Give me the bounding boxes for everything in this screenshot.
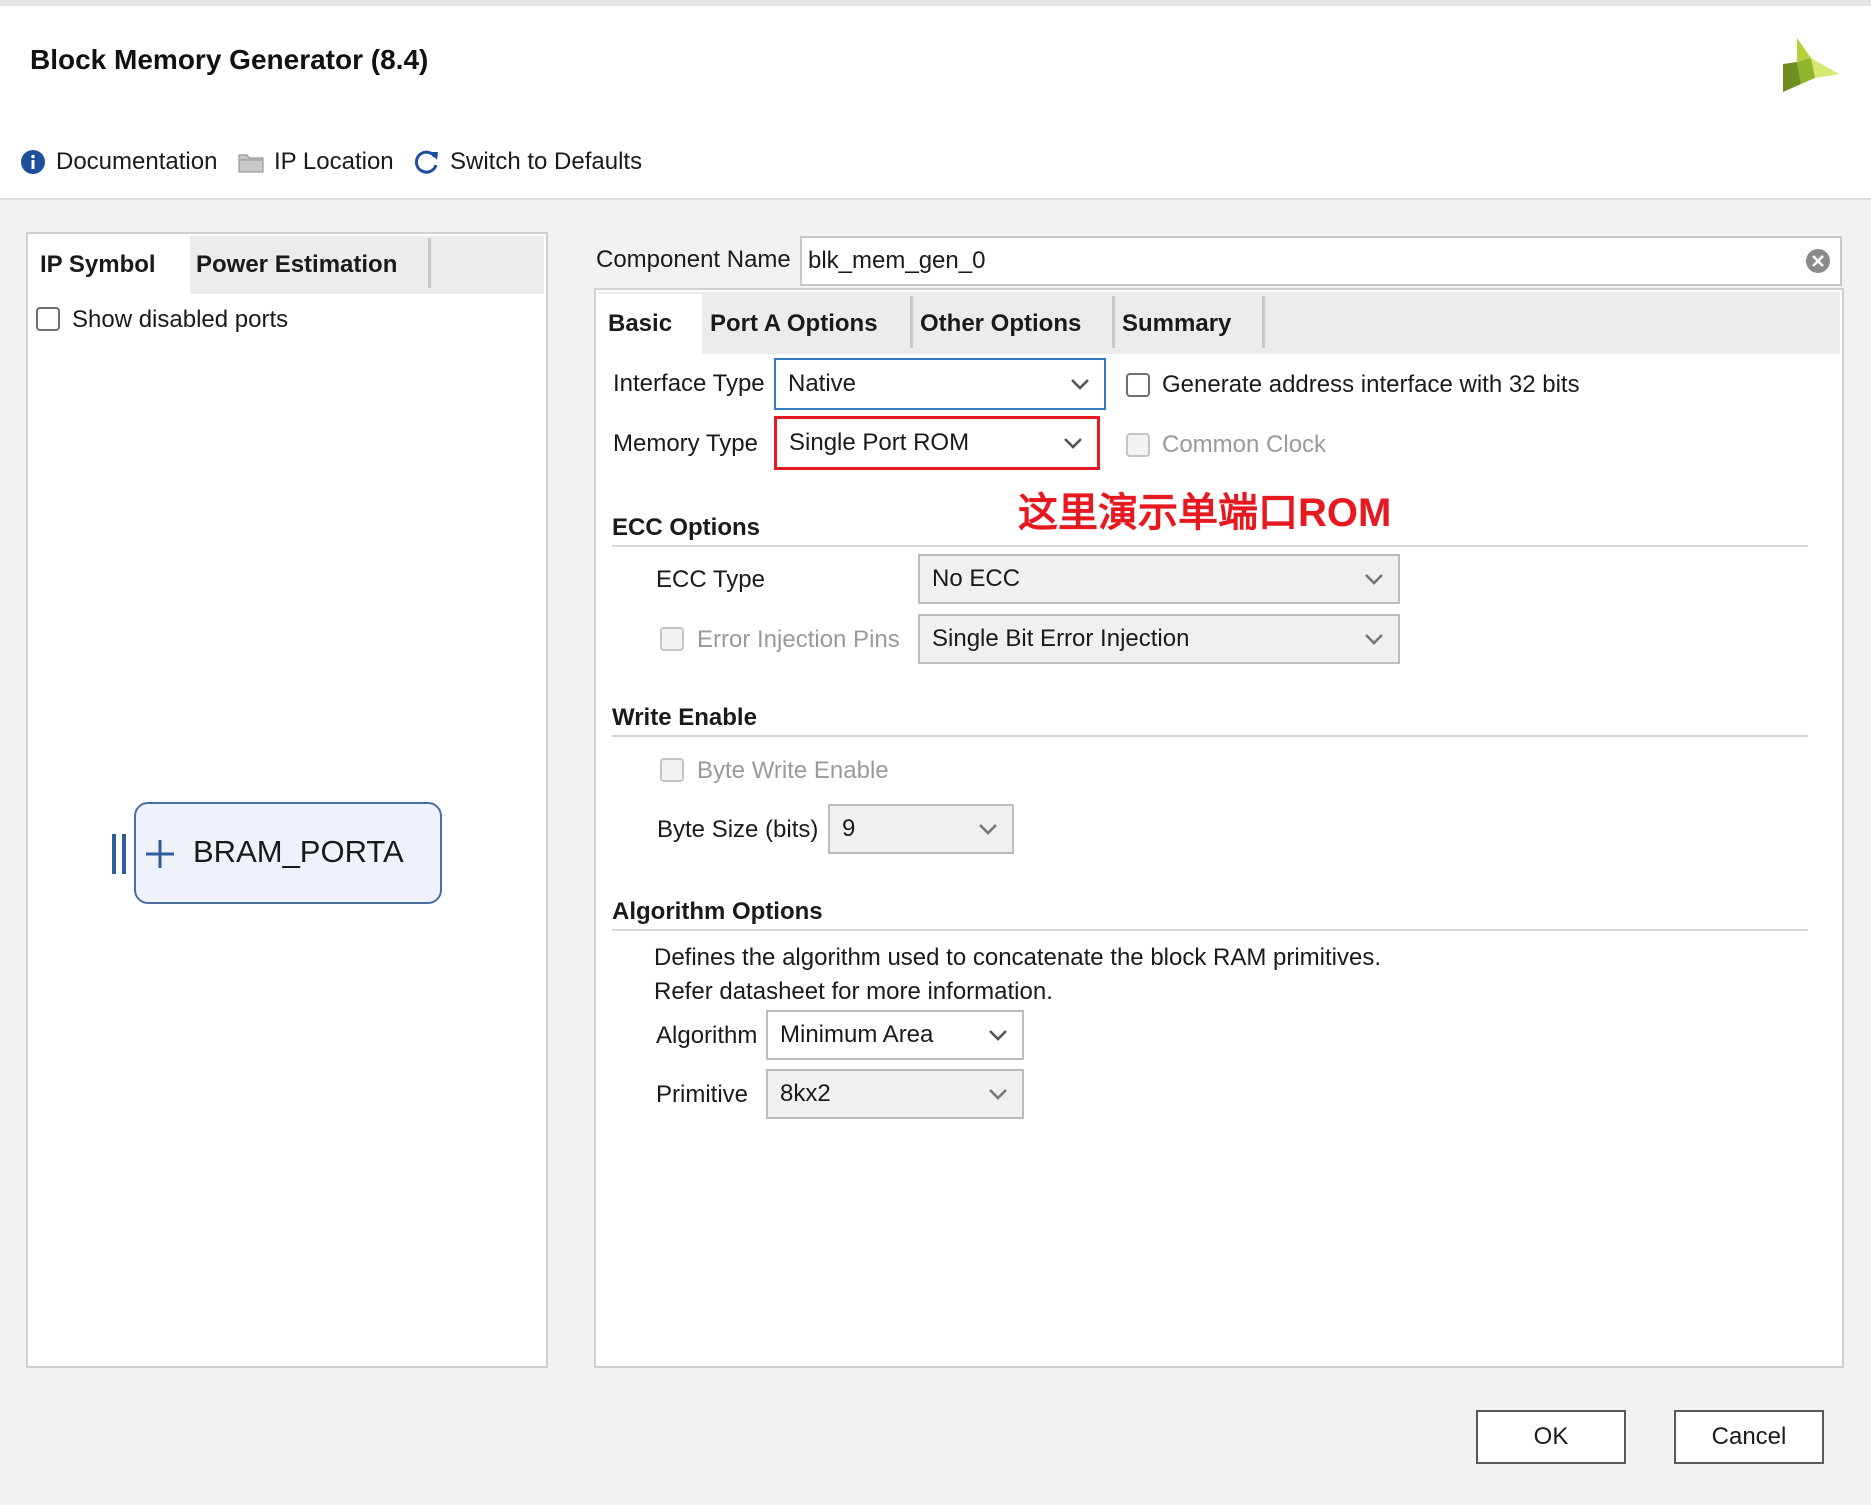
memory-type-value: Single Port ROM <box>789 429 970 456</box>
primitive-select[interactable]: 8kx2 <box>766 1069 1024 1119</box>
tab-port-a-options[interactable]: Port A Options <box>700 294 910 354</box>
ecc-type-value: No ECC <box>932 565 1021 592</box>
ip-location-button[interactable]: IP Location <box>238 148 394 176</box>
algorithm-value: Minimum Area <box>780 1021 934 1048</box>
tab-divider <box>428 238 431 288</box>
tab-divider <box>1262 296 1265 348</box>
component-name-input[interactable]: blk_mem_gen_0 <box>800 236 1842 286</box>
error-injection-pins-checkbox[interactable] <box>660 627 684 651</box>
common-clock-checkbox[interactable] <box>1126 433 1150 457</box>
chevron-down-icon <box>1350 633 1398 645</box>
chevron-down-icon <box>974 1088 1022 1100</box>
clear-input-icon[interactable] <box>1796 247 1840 275</box>
tab-summary[interactable]: Summary <box>1112 294 1262 354</box>
error-injection-pins-label: Error Injection Pins <box>697 626 900 653</box>
bram-porta-label: BRAM_PORTA <box>193 834 404 869</box>
generate-address-32bit-checkbox[interactable] <box>1126 373 1150 397</box>
show-disabled-ports-label: Show disabled ports <box>72 306 289 333</box>
common-clock-label: Common Clock <box>1162 431 1327 458</box>
section-divider <box>612 929 1808 931</box>
documentation-label: Documentation <box>56 148 218 175</box>
error-injection-value: Single Bit Error Injection <box>932 625 1190 652</box>
xilinx-logo-icon <box>1775 34 1841 94</box>
cancel-button[interactable]: Cancel <box>1674 1410 1824 1464</box>
section-divider <box>612 545 1808 547</box>
interface-type-value: Native <box>788 370 857 397</box>
algorithm-description-2: Refer datasheet for more information. <box>654 978 1053 1005</box>
show-disabled-ports-checkbox[interactable] <box>36 307 60 331</box>
switch-to-defaults-button[interactable]: Switch to Defaults <box>414 148 642 176</box>
annotation-text: 这里演示单端口ROM <box>1018 491 1392 535</box>
primitive-value: 8kx2 <box>780 1080 831 1107</box>
dialog-title: Block Memory Generator (8.4) <box>30 44 429 75</box>
chevron-down-icon <box>964 823 1012 835</box>
memory-type-label: Memory Type <box>613 430 758 457</box>
algorithm-description: Defines the algorithm used to concatenat… <box>654 944 1382 971</box>
switch-to-defaults-label: Switch to Defaults <box>450 148 643 175</box>
documentation-button[interactable]: Documentation <box>20 148 217 176</box>
error-injection-select[interactable]: Single Bit Error Injection <box>918 614 1400 664</box>
byte-size-label: Byte Size (bits) <box>657 816 819 843</box>
ecc-options-heading: ECC Options <box>612 514 760 541</box>
tab-other-options[interactable]: Other Options <box>910 294 1110 354</box>
chevron-down-icon <box>974 1029 1022 1041</box>
ecc-type-select[interactable]: No ECC <box>918 554 1400 604</box>
expand-plus-icon[interactable] <box>144 838 176 875</box>
port-bus-line <box>112 834 116 874</box>
ecc-type-label: ECC Type <box>656 566 765 593</box>
byte-size-value: 9 <box>842 815 856 842</box>
byte-write-enable-label: Byte Write Enable <box>697 757 889 784</box>
algorithm-label: Algorithm <box>656 1022 758 1049</box>
byte-write-enable-checkbox[interactable] <box>660 758 684 782</box>
memory-type-select[interactable]: Single Port ROM <box>774 416 1100 470</box>
algorithm-options-heading: Algorithm Options <box>612 898 823 925</box>
interface-type-label: Interface Type <box>613 370 765 397</box>
algorithm-select[interactable]: Minimum Area <box>766 1010 1024 1060</box>
refresh-icon <box>414 149 440 175</box>
component-name-value: blk_mem_gen_0 <box>808 247 986 274</box>
generate-address-32bit-label: Generate address interface with 32 bits <box>1162 371 1580 398</box>
chevron-down-icon <box>1049 437 1097 449</box>
folder-icon <box>238 149 264 175</box>
chevron-down-icon <box>1056 378 1104 390</box>
chevron-down-icon <box>1350 573 1398 585</box>
byte-size-select[interactable]: 9 <box>828 804 1014 854</box>
ip-location-label: IP Location <box>274 148 394 175</box>
info-icon <box>20 149 46 175</box>
tab-power-estimation[interactable]: Power Estimation <box>186 236 430 294</box>
tab-ip-symbol[interactable]: IP Symbol <box>30 236 190 294</box>
ok-button[interactable]: OK <box>1476 1410 1626 1464</box>
section-divider <box>612 735 1808 737</box>
interface-type-select[interactable]: Native <box>774 358 1106 410</box>
tab-basic[interactable]: Basic <box>598 294 702 354</box>
write-enable-heading: Write Enable <box>612 704 757 731</box>
primitive-label: Primitive <box>656 1081 749 1108</box>
port-bus-line <box>122 834 126 874</box>
ip-symbol-panel <box>26 232 548 1368</box>
component-name-label: Component Name <box>596 246 791 273</box>
